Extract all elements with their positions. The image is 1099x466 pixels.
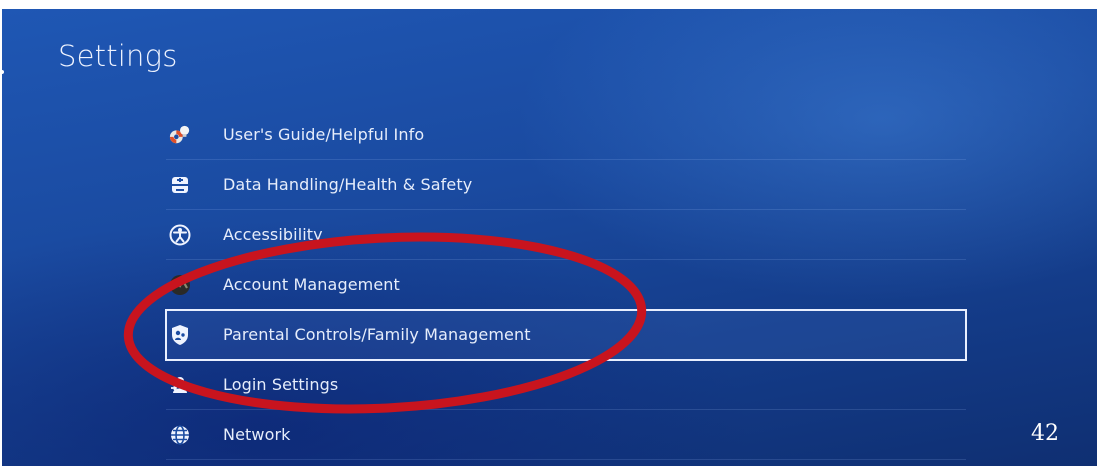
menu-item-label: Accessibility [223, 225, 323, 244]
parental-controls-shield-icon [169, 324, 191, 346]
settings-menu: User's Guide/Helpful Info Data Handling/… [165, 110, 967, 460]
menu-item-parental-controls[interactable]: Parental Controls/Family Management [165, 309, 967, 361]
menu-item-users-guide[interactable]: User's Guide/Helpful Info [166, 110, 966, 160]
menu-item-label: User's Guide/Helpful Info [223, 125, 425, 144]
data-handling-icon [169, 174, 191, 196]
menu-item-label: Account Management [223, 275, 400, 294]
page-number: 42 [1031, 421, 1059, 446]
login-settings-icon [169, 374, 191, 396]
account-management-icon [169, 274, 191, 296]
globe-icon [169, 424, 191, 446]
menu-item-login-settings[interactable]: Login Settings [166, 360, 966, 410]
menu-item-label: Login Settings [223, 375, 339, 394]
lifebuoy-lightbulb-icon [169, 124, 191, 146]
page-title: Settings [58, 39, 178, 73]
menu-item-data-handling[interactable]: Data Handling/Health & Safety [166, 160, 966, 210]
menu-item-network[interactable]: Network [166, 410, 966, 460]
menu-item-accessibility[interactable]: Accessibility [166, 210, 966, 260]
menu-item-label: Network [223, 425, 291, 444]
settings-screen: Settings User's Guide/Helpful Info Data … [2, 9, 1097, 466]
edge-dot [0, 70, 4, 74]
menu-item-label: Parental Controls/Family Management [223, 325, 531, 344]
menu-item-label: Data Handling/Health & Safety [223, 175, 473, 194]
menu-item-account-management[interactable]: Account Management [166, 260, 966, 310]
accessibility-icon [169, 224, 191, 246]
